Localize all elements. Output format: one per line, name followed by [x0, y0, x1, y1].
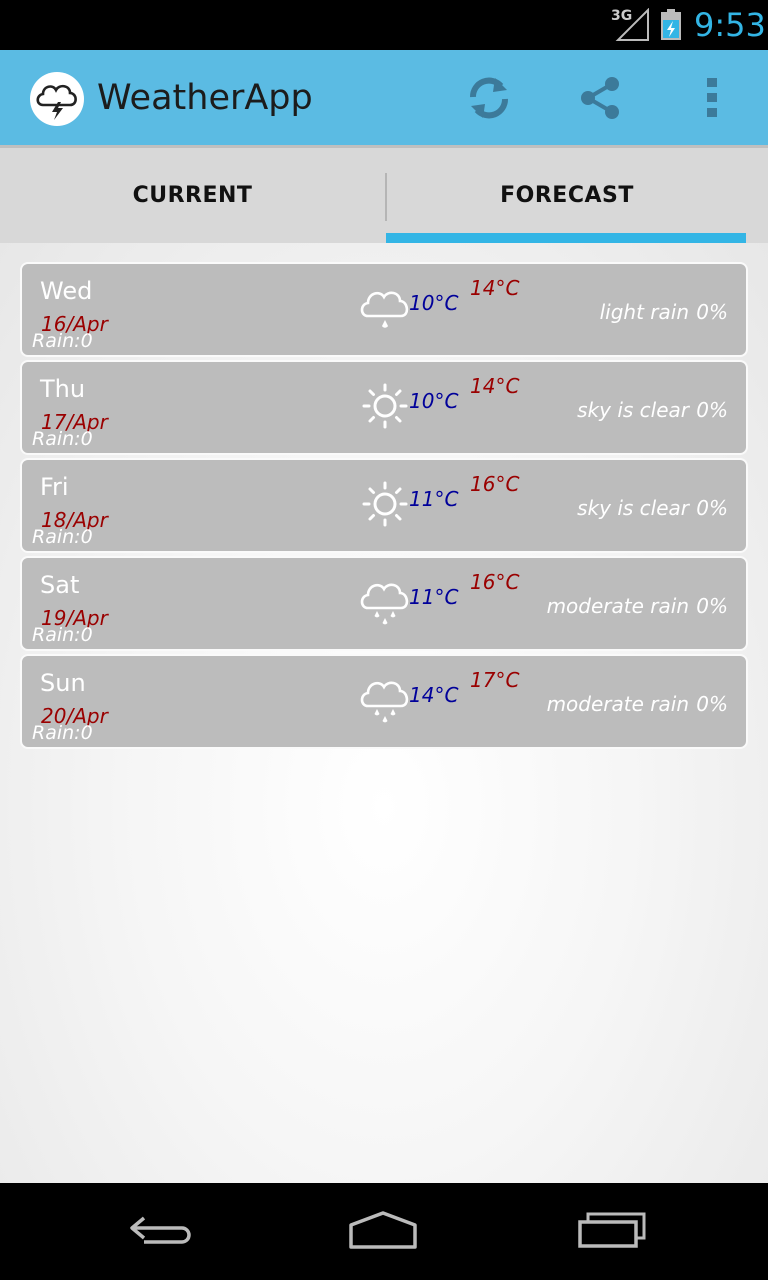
forecast-min-temp: 11°C [409, 585, 459, 609]
rain-cloud-icon [360, 291, 409, 328]
share-button[interactable] [570, 70, 630, 126]
heavy-rain-cloud-icon [360, 681, 409, 723]
forecast-max-temp: 14°C [470, 374, 520, 398]
forecast-min-temp: 10°C [409, 389, 459, 413]
forecast-min-temp: 10°C [409, 291, 459, 315]
refresh-button[interactable] [459, 70, 519, 126]
home-icon [349, 1211, 417, 1249]
list-item[interactable]: Sun 20/Apr Rain:0 14°C 17°C moderate rai… [20, 654, 748, 749]
overflow-menu-button[interactable] [682, 70, 742, 126]
back-button[interactable] [120, 1205, 200, 1255]
forecast-description: sky is clear [577, 398, 689, 422]
forecast-rain: Rain:0 [32, 722, 93, 744]
forecast-description: moderate rain [546, 594, 689, 618]
forecast-rain: Rain:0 [32, 330, 93, 352]
forecast-max-temp: 17°C [470, 668, 520, 692]
sun-icon [362, 383, 408, 429]
forecast-day: Sat [40, 571, 80, 599]
forecast-max-temp: 14°C [470, 276, 520, 300]
recents-button[interactable] [570, 1205, 650, 1255]
forecast-day: Wed [40, 277, 93, 305]
forecast-description: moderate rain [546, 692, 689, 716]
forecast-percent: 0% [696, 594, 728, 618]
list-item[interactable]: Sat 19/Apr Rain:0 11°C 16°C moderate rai… [20, 556, 748, 651]
back-icon [130, 1216, 191, 1244]
sun-icon [362, 481, 408, 527]
heavy-rain-cloud-icon [360, 583, 409, 625]
forecast-content: Wed 16/Apr Rain:0 10°C 14°C light rain 0… [0, 243, 768, 1183]
forecast-min-temp: 14°C [409, 683, 459, 707]
tab-current[interactable]: CURRENT [0, 148, 385, 243]
forecast-day: Fri [40, 473, 69, 501]
list-item[interactable]: Wed 16/Apr Rain:0 10°C 14°C light rain 0… [20, 262, 748, 357]
forecast-percent: 0% [696, 398, 728, 422]
list-item[interactable]: Thu 17/Apr Rain:0 10°C 14°C sky is clear… [20, 360, 748, 455]
navigation-bar [0, 1183, 768, 1280]
forecast-max-temp: 16°C [470, 472, 520, 496]
share-icon [581, 77, 619, 119]
overflow-menu-icon [707, 78, 717, 117]
status-bar: 3G 9:53 [0, 0, 768, 50]
forecast-description: light rain [599, 300, 689, 324]
forecast-min-temp: 11°C [409, 487, 459, 511]
home-button[interactable] [343, 1205, 423, 1255]
refresh-icon [469, 77, 509, 119]
clock: 9:53 [694, 6, 766, 44]
forecast-rain: Rain:0 [32, 624, 93, 646]
forecast-percent: 0% [696, 300, 728, 324]
forecast-percent: 0% [696, 692, 728, 716]
forecast-day: Thu [40, 375, 86, 403]
storm-cloud-icon[interactable] [30, 72, 84, 126]
tab-bar: CURRENT FORECAST [0, 145, 768, 245]
battery-charging-icon [661, 9, 681, 40]
forecast-list: Wed 16/Apr Rain:0 10°C 14°C light rain 0… [20, 262, 748, 752]
forecast-max-temp: 16°C [470, 570, 520, 594]
list-item[interactable]: Fri 18/Apr Rain:0 11°C 16°C sky is clear… [20, 458, 748, 553]
forecast-day: Sun [40, 669, 86, 697]
tab-forecast[interactable]: FORECAST [387, 148, 747, 243]
forecast-description: sky is clear [577, 496, 689, 520]
network-type: 3G [611, 8, 633, 24]
recents-icon [578, 1212, 646, 1248]
forecast-percent: 0% [696, 496, 728, 520]
forecast-rain: Rain:0 [32, 428, 93, 450]
action-bar: WeatherApp [0, 50, 768, 145]
forecast-rain: Rain:0 [32, 526, 93, 548]
app-title: WeatherApp [97, 78, 313, 118]
